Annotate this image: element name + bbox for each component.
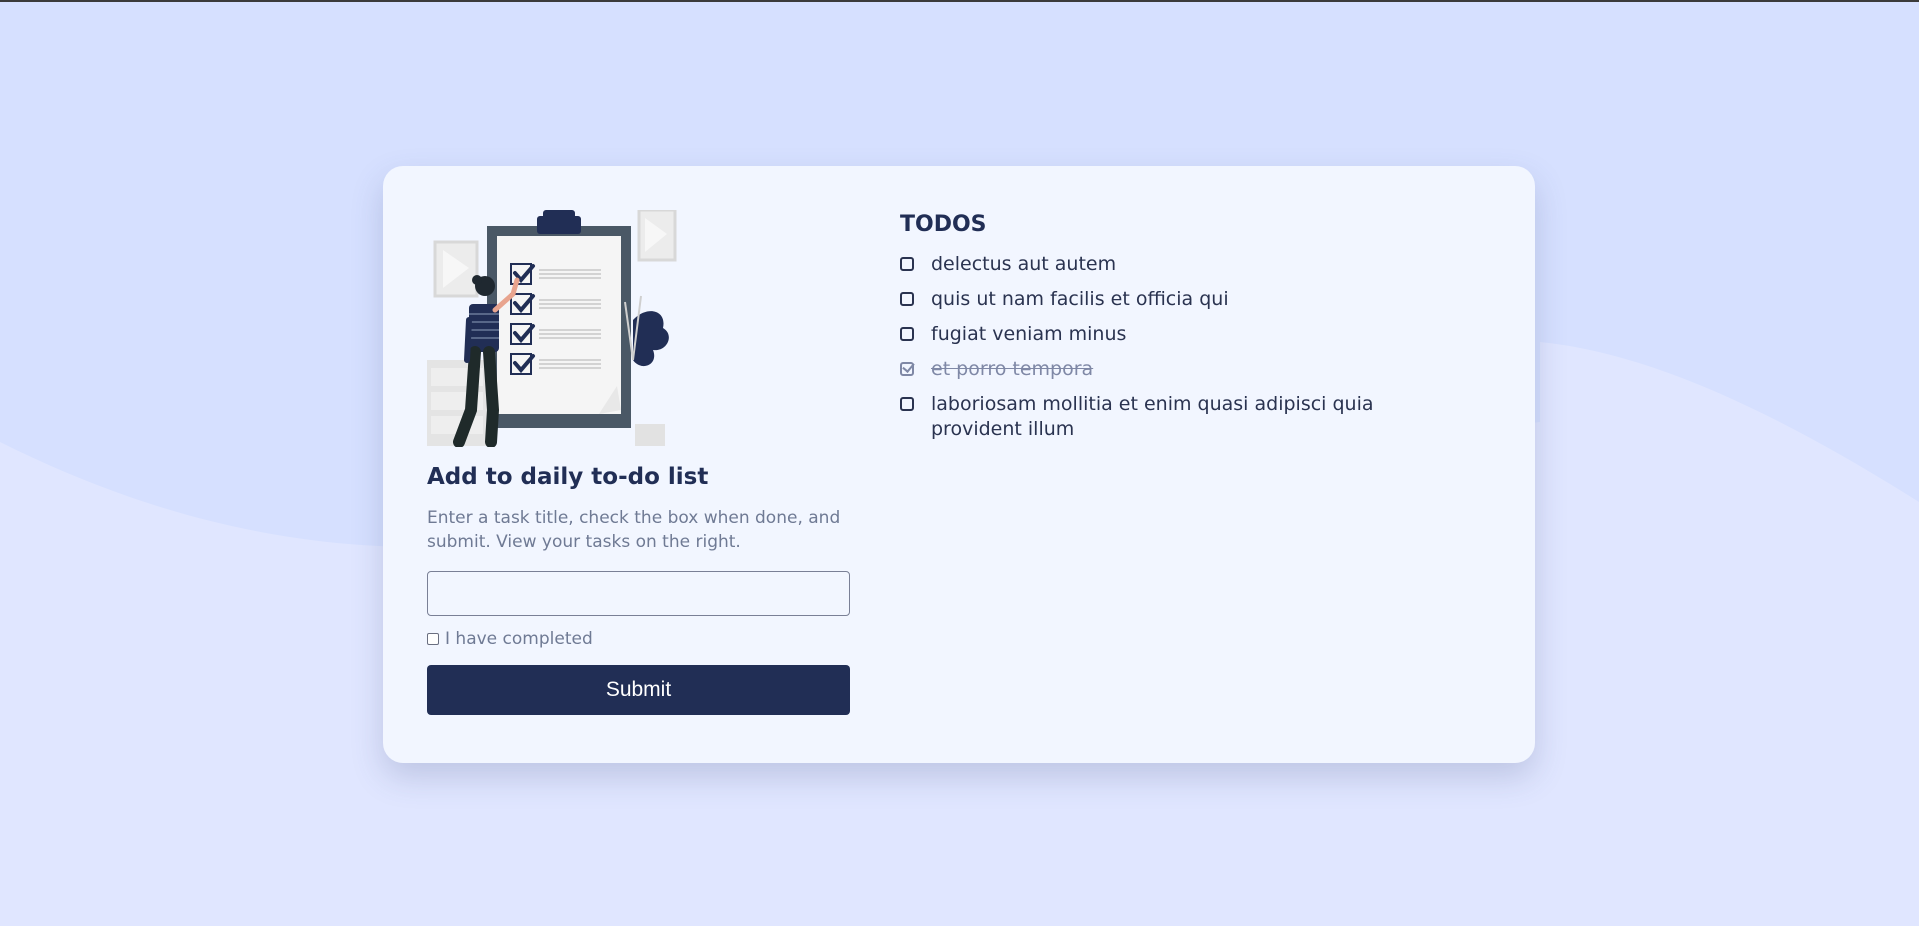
todo-checkbox[interactable] xyxy=(900,362,914,376)
completed-checkbox-row[interactable]: I have completed xyxy=(427,629,850,649)
todo-text: et porro tempora xyxy=(931,358,1094,380)
todo-text: delectus aut autem xyxy=(931,253,1117,275)
todos-title: TODOS xyxy=(900,212,987,237)
todo-text: quis ut nam facilis et officia qui xyxy=(931,288,1229,310)
completed-label: I have completed xyxy=(445,629,593,649)
completed-checkbox[interactable] xyxy=(427,633,439,645)
clipboard-checklist-illustration xyxy=(427,210,677,447)
todo-text: laboriosam mollitia et enim quasi adipis… xyxy=(931,393,1374,440)
todo-card: Add to daily to-do list Enter a task tit… xyxy=(383,166,1535,763)
todo-text: fugiat veniam minus xyxy=(931,323,1127,345)
todo-checkbox[interactable] xyxy=(900,397,914,411)
todo-checkbox[interactable] xyxy=(900,292,914,306)
todo-checkbox[interactable] xyxy=(900,257,914,271)
todo-item: et porro tempora xyxy=(900,357,1400,382)
todo-list: delectus aut autem quis ut nam facilis e… xyxy=(900,252,1400,442)
form-title: Add to daily to-do list xyxy=(427,464,709,490)
task-title-input[interactable] xyxy=(427,571,850,616)
todo-item: laboriosam mollitia et enim quasi adipis… xyxy=(900,392,1400,442)
todo-item: fugiat veniam minus xyxy=(900,322,1400,347)
add-task-form: Add to daily to-do list Enter a task tit… xyxy=(427,210,850,715)
todos-panel: TODOS delectus aut autem quis ut nam fac… xyxy=(900,210,1400,452)
todo-checkbox[interactable] xyxy=(900,327,914,341)
submit-button[interactable]: Submit xyxy=(427,665,850,715)
todo-item: quis ut nam facilis et officia qui xyxy=(900,287,1400,312)
form-description: Enter a task title, check the box when d… xyxy=(427,508,841,552)
todo-item: delectus aut autem xyxy=(900,252,1400,277)
